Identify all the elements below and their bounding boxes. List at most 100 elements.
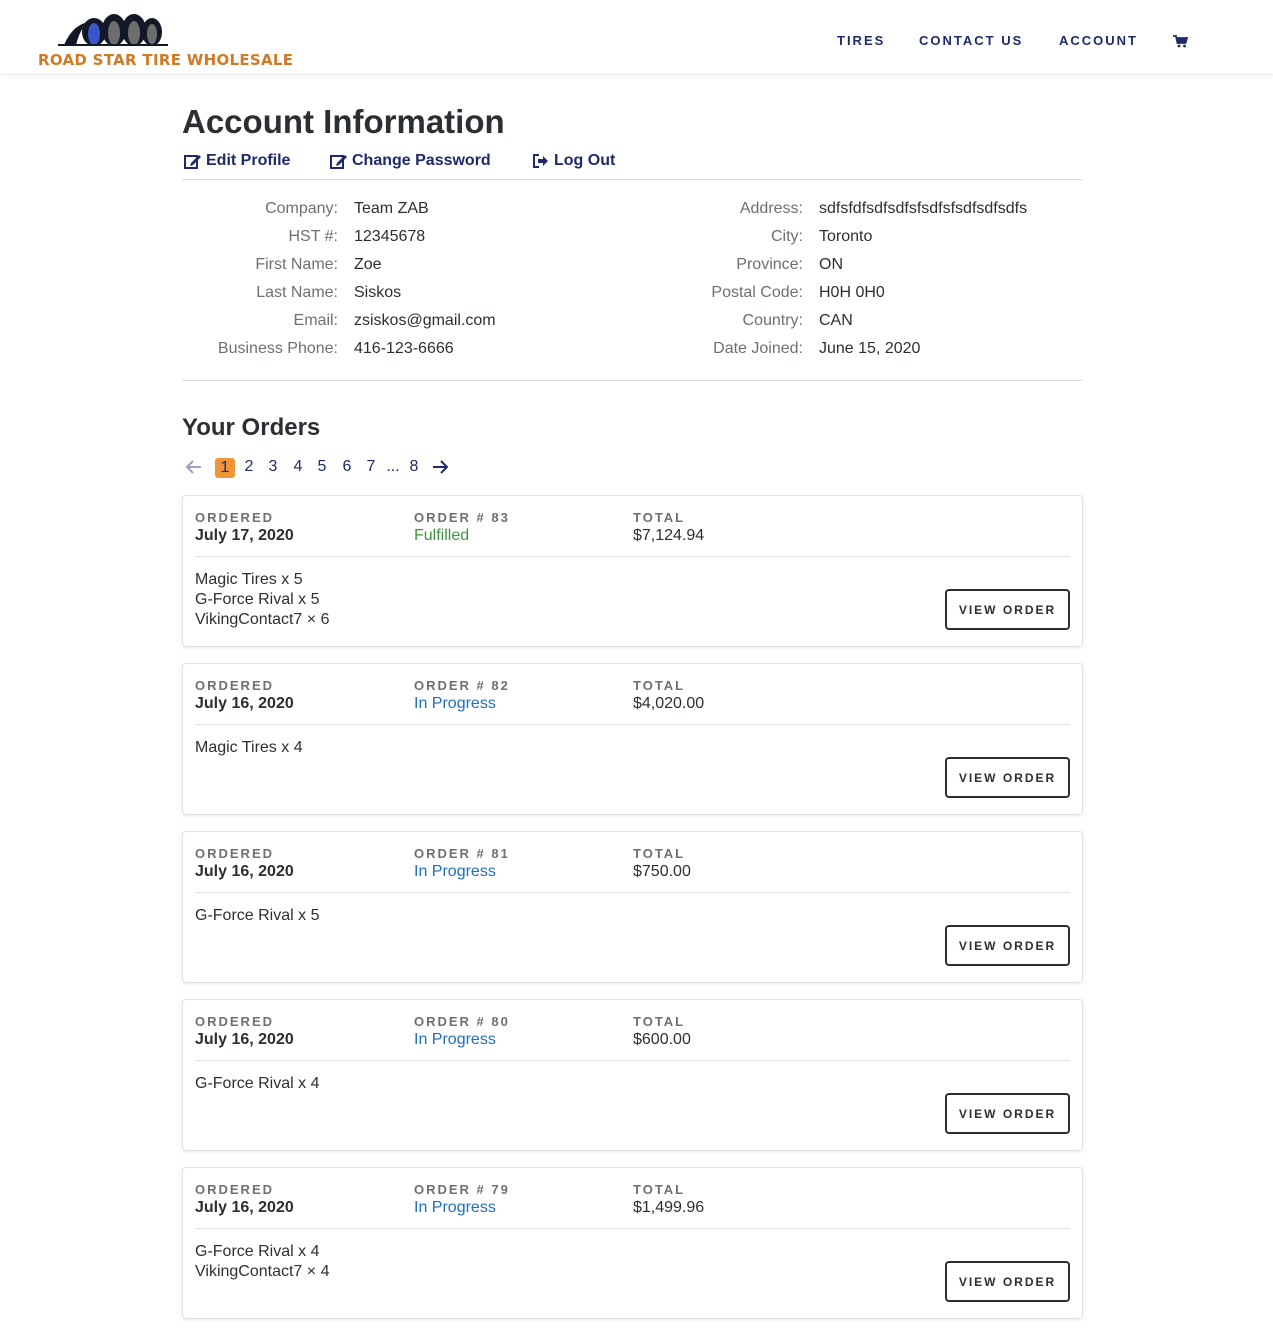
order-total: TOTAL $4,020.00 bbox=[633, 678, 704, 713]
order-date-value: July 16, 2020 bbox=[195, 695, 294, 712]
order-date: ORDERED July 16, 2020 bbox=[195, 1014, 294, 1049]
detail-label: Address: bbox=[739, 200, 803, 217]
view-order-button[interactable]: VIEW ORDER bbox=[945, 925, 1070, 966]
order-date-value: July 16, 2020 bbox=[195, 1199, 294, 1216]
page-link[interactable]: 3 bbox=[263, 458, 283, 476]
detail-row: Postal Code: H0H 0H0 bbox=[182, 284, 1083, 306]
order-date: ORDERED July 16, 2020 bbox=[195, 678, 294, 713]
nav-contact-us[interactable]: CONTACT US bbox=[919, 33, 1023, 48]
edit-profile-link[interactable]: Edit Profile bbox=[184, 152, 290, 170]
edit-icon bbox=[330, 155, 347, 169]
order-status-value: In Progress bbox=[414, 1031, 496, 1048]
arrow-right-icon[interactable] bbox=[432, 460, 448, 474]
page-ellipsis: ... bbox=[386, 458, 400, 475]
order-total-label: TOTAL bbox=[633, 1182, 686, 1197]
detail-label: Postal Code: bbox=[711, 284, 803, 301]
logout-icon bbox=[533, 154, 548, 168]
detail-label: Province: bbox=[736, 256, 803, 273]
page-link[interactable]: 5 bbox=[312, 458, 332, 476]
divider bbox=[182, 179, 1083, 180]
nav-account[interactable]: ACCOUNT bbox=[1059, 33, 1138, 48]
page-current[interactable]: 1 bbox=[215, 458, 235, 478]
detail-value: CAN bbox=[819, 312, 853, 329]
order-date: ORDERED July 17, 2020 bbox=[195, 510, 294, 545]
order-date-value: July 16, 2020 bbox=[195, 1031, 294, 1048]
order-status-value: In Progress bbox=[414, 695, 496, 712]
cart-icon[interactable] bbox=[1173, 35, 1188, 48]
order-item: G-Force Rival x 4 bbox=[195, 1075, 320, 1092]
order-total-label: TOTAL bbox=[633, 510, 686, 525]
order-status-value: Fulfilled bbox=[414, 527, 470, 544]
order-status: ORDER # 83 Fulfilled bbox=[414, 510, 510, 545]
order-status-label: ORDER # 79 bbox=[414, 1182, 510, 1197]
card-divider bbox=[195, 1060, 1070, 1061]
order-card: ORDERED July 16, 2020 ORDER # 79 In Progres… bbox=[182, 1167, 1083, 1319]
order-date: ORDERED July 16, 2020 bbox=[195, 1182, 294, 1217]
order-card: ORDERED July 17, 2020 ORDER # 83 Fulfilled T… bbox=[182, 495, 1083, 647]
order-status-label: ORDER # 83 bbox=[414, 510, 510, 525]
page-link-last[interactable]: 8 bbox=[404, 458, 424, 476]
view-order-button[interactable]: VIEW ORDER bbox=[945, 1261, 1070, 1302]
site-header: ROAD STAR TIRE WHOLESALE TIRES CONTACT U… bbox=[0, 0, 1273, 73]
main-nav: TIRES CONTACT US ACCOUNT bbox=[0, 33, 1273, 53]
detail-value: ON bbox=[819, 256, 843, 273]
order-item: VikingContact7 × 6 bbox=[195, 611, 330, 628]
order-card: ORDERED July 16, 2020 ORDER # 82 In Progres… bbox=[182, 663, 1083, 815]
edit-icon bbox=[184, 155, 201, 169]
order-status: ORDER # 82 In Progress bbox=[414, 678, 510, 713]
order-status-label: ORDER # 81 bbox=[414, 846, 510, 861]
order-status-label: ORDER # 82 bbox=[414, 678, 510, 693]
order-total-label: TOTAL bbox=[633, 1014, 686, 1029]
order-date: ORDERED July 16, 2020 bbox=[195, 846, 294, 881]
divider bbox=[182, 380, 1083, 381]
order-total-value: $4,020.00 bbox=[633, 695, 705, 712]
change-password-label: Change Password bbox=[352, 152, 491, 169]
order-total-label: TOTAL bbox=[633, 678, 686, 693]
order-status: ORDER # 79 In Progress bbox=[414, 1182, 510, 1217]
arrow-left-icon[interactable] bbox=[186, 460, 202, 474]
order-total-value: $1,499.96 bbox=[633, 1199, 705, 1216]
page-link[interactable]: 7 bbox=[361, 458, 381, 476]
detail-row: Country: CAN bbox=[182, 312, 1083, 334]
order-status-label: ORDER # 80 bbox=[414, 1014, 510, 1029]
page-link[interactable]: 6 bbox=[337, 458, 357, 476]
order-status: ORDER # 81 In Progress bbox=[414, 846, 510, 881]
card-divider bbox=[195, 892, 1070, 893]
detail-label: Country: bbox=[742, 312, 803, 329]
order-total: TOTAL $600.00 bbox=[633, 1014, 691, 1049]
detail-row: Address: sdfsfdfsdfsdfsfsdfsfsdfsdfsdfs bbox=[182, 200, 1083, 222]
card-divider bbox=[195, 556, 1070, 557]
view-order-button[interactable]: VIEW ORDER bbox=[945, 1093, 1070, 1134]
detail-label: City: bbox=[771, 228, 803, 245]
order-total-value: $7,124.94 bbox=[633, 527, 705, 544]
detail-value: Toronto bbox=[819, 228, 873, 245]
view-order-button[interactable]: VIEW ORDER bbox=[945, 757, 1070, 798]
order-card: ORDERED July 16, 2020 ORDER # 80 In Progres… bbox=[182, 999, 1083, 1151]
order-date-label: ORDERED bbox=[195, 510, 275, 525]
order-item: G-Force Rival x 5 bbox=[195, 591, 320, 608]
card-divider bbox=[195, 724, 1070, 725]
card-divider bbox=[195, 1228, 1070, 1229]
page-link[interactable]: 4 bbox=[288, 458, 308, 476]
orders-title: Your Orders bbox=[182, 414, 321, 441]
nav-tires[interactable]: TIRES bbox=[837, 33, 885, 48]
change-password-link[interactable]: Change Password bbox=[330, 152, 491, 170]
order-item: Magic Tires x 4 bbox=[195, 739, 303, 756]
order-total: TOTAL $1,499.96 bbox=[633, 1182, 704, 1217]
order-date-label: ORDERED bbox=[195, 1182, 275, 1197]
order-date-label: ORDERED bbox=[195, 1014, 275, 1029]
order-status-value: In Progress bbox=[414, 863, 496, 880]
log-out-link[interactable]: Log Out bbox=[532, 152, 615, 170]
page-link[interactable]: 2 bbox=[239, 458, 259, 476]
order-item: G-Force Rival x 4 bbox=[195, 1243, 320, 1260]
detail-row: City: Toronto bbox=[182, 228, 1083, 250]
order-card: ORDERED July 16, 2020 ORDER # 81 In Progres… bbox=[182, 831, 1083, 983]
order-item: Magic Tires x 5 bbox=[195, 571, 303, 588]
order-item: G-Force Rival x 5 bbox=[195, 907, 320, 924]
brand-name: ROAD STAR TIRE WHOLESALE bbox=[38, 51, 294, 69]
detail-value: H0H 0H0 bbox=[819, 284, 885, 301]
detail-value: sdfsfdfsdfsdfsfsdfsfsdfsdfsdfs bbox=[819, 200, 1028, 217]
view-order-button[interactable]: VIEW ORDER bbox=[945, 589, 1070, 630]
order-items: Magic Tires x 5 G-Force Rival x 5 VikingCo… bbox=[195, 570, 329, 630]
order-items: G-Force Rival x 4 bbox=[195, 1074, 319, 1094]
